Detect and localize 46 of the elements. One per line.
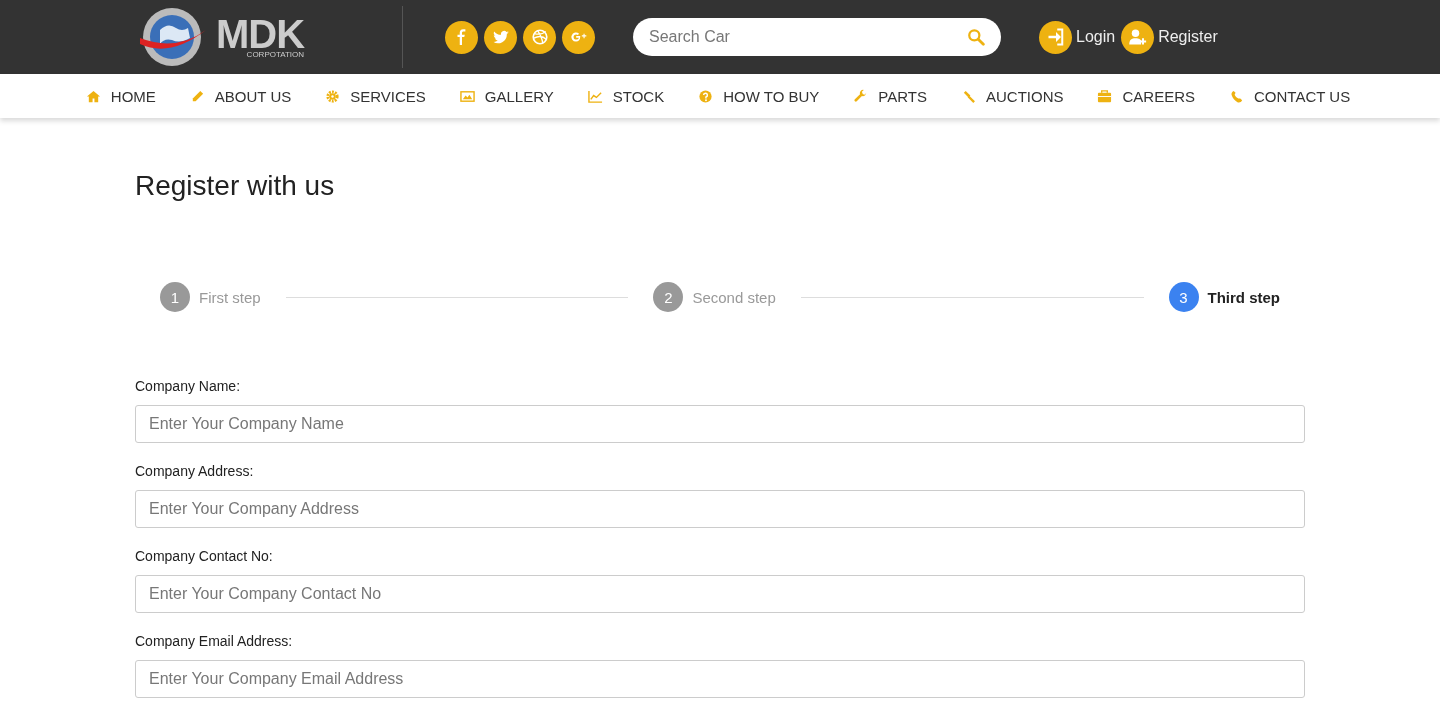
step-label: Second step: [692, 288, 776, 306]
nav-link[interactable]: ABOUT US: [189, 87, 292, 105]
gear-icon: [325, 88, 341, 104]
step-number: 3: [1168, 282, 1199, 312]
twitter-icon: [491, 28, 510, 46]
wrench-icon: [853, 88, 869, 104]
facebook-button[interactable]: [445, 20, 478, 54]
question-icon: [698, 88, 714, 104]
home-icon: [85, 88, 101, 104]
text-field[interactable]: Enter Your Company Contact No: [135, 575, 1305, 613]
field-label: Company Name:: [135, 378, 242, 394]
logo-tagline: CORPOTATION: [246, 49, 305, 59]
search-icon: [967, 28, 985, 46]
picture-icon: [459, 88, 475, 104]
step-label: Third step: [1207, 288, 1280, 306]
nav-link[interactable]: CAREERS: [1097, 87, 1195, 105]
search-field[interactable]: Search Car: [633, 18, 1001, 56]
text-field[interactable]: Enter Your Company Email Address: [135, 660, 1305, 698]
briefcase-icon: [1097, 88, 1113, 104]
dribbble-button[interactable]: [523, 20, 556, 54]
step-number: 2: [653, 282, 684, 312]
nav-link[interactable]: AUCTIONS: [960, 87, 1064, 105]
phone-icon: [1229, 88, 1244, 104]
step-label: First step: [199, 288, 261, 306]
add-user-icon: [1127, 27, 1148, 47]
register-link[interactable]: Register: [1121, 20, 1218, 54]
field-label: Company Email Address:: [135, 633, 294, 649]
field-label: Company Contact No:: [135, 548, 274, 564]
dribbble-icon: [530, 28, 549, 46]
nav-link[interactable]: SERVICES: [325, 87, 426, 105]
twitter-button[interactable]: [484, 20, 517, 54]
text-field[interactable]: Enter Your Company Address: [135, 490, 1305, 528]
line-chart-icon: [587, 88, 603, 104]
step-number: 1: [160, 282, 190, 312]
nav-link[interactable]: GALLERY: [459, 87, 554, 105]
nav-link[interactable]: HOW TO BUY: [698, 87, 820, 105]
nav-link[interactable]: CONTACT US: [1229, 87, 1351, 105]
nav-link[interactable]: HOME: [85, 87, 156, 105]
page-title: Register with us: [135, 170, 336, 202]
logo-wordmark: MDK: [216, 15, 305, 52]
nav-link[interactable]: PARTS: [853, 87, 927, 105]
google-plus-button[interactable]: [562, 20, 595, 54]
nav-link[interactable]: STOCK: [587, 87, 665, 105]
login-link[interactable]: Login: [1039, 20, 1116, 54]
field-label: Company Address:: [135, 463, 255, 479]
text-field[interactable]: Enter Your Company Name: [135, 405, 1305, 443]
